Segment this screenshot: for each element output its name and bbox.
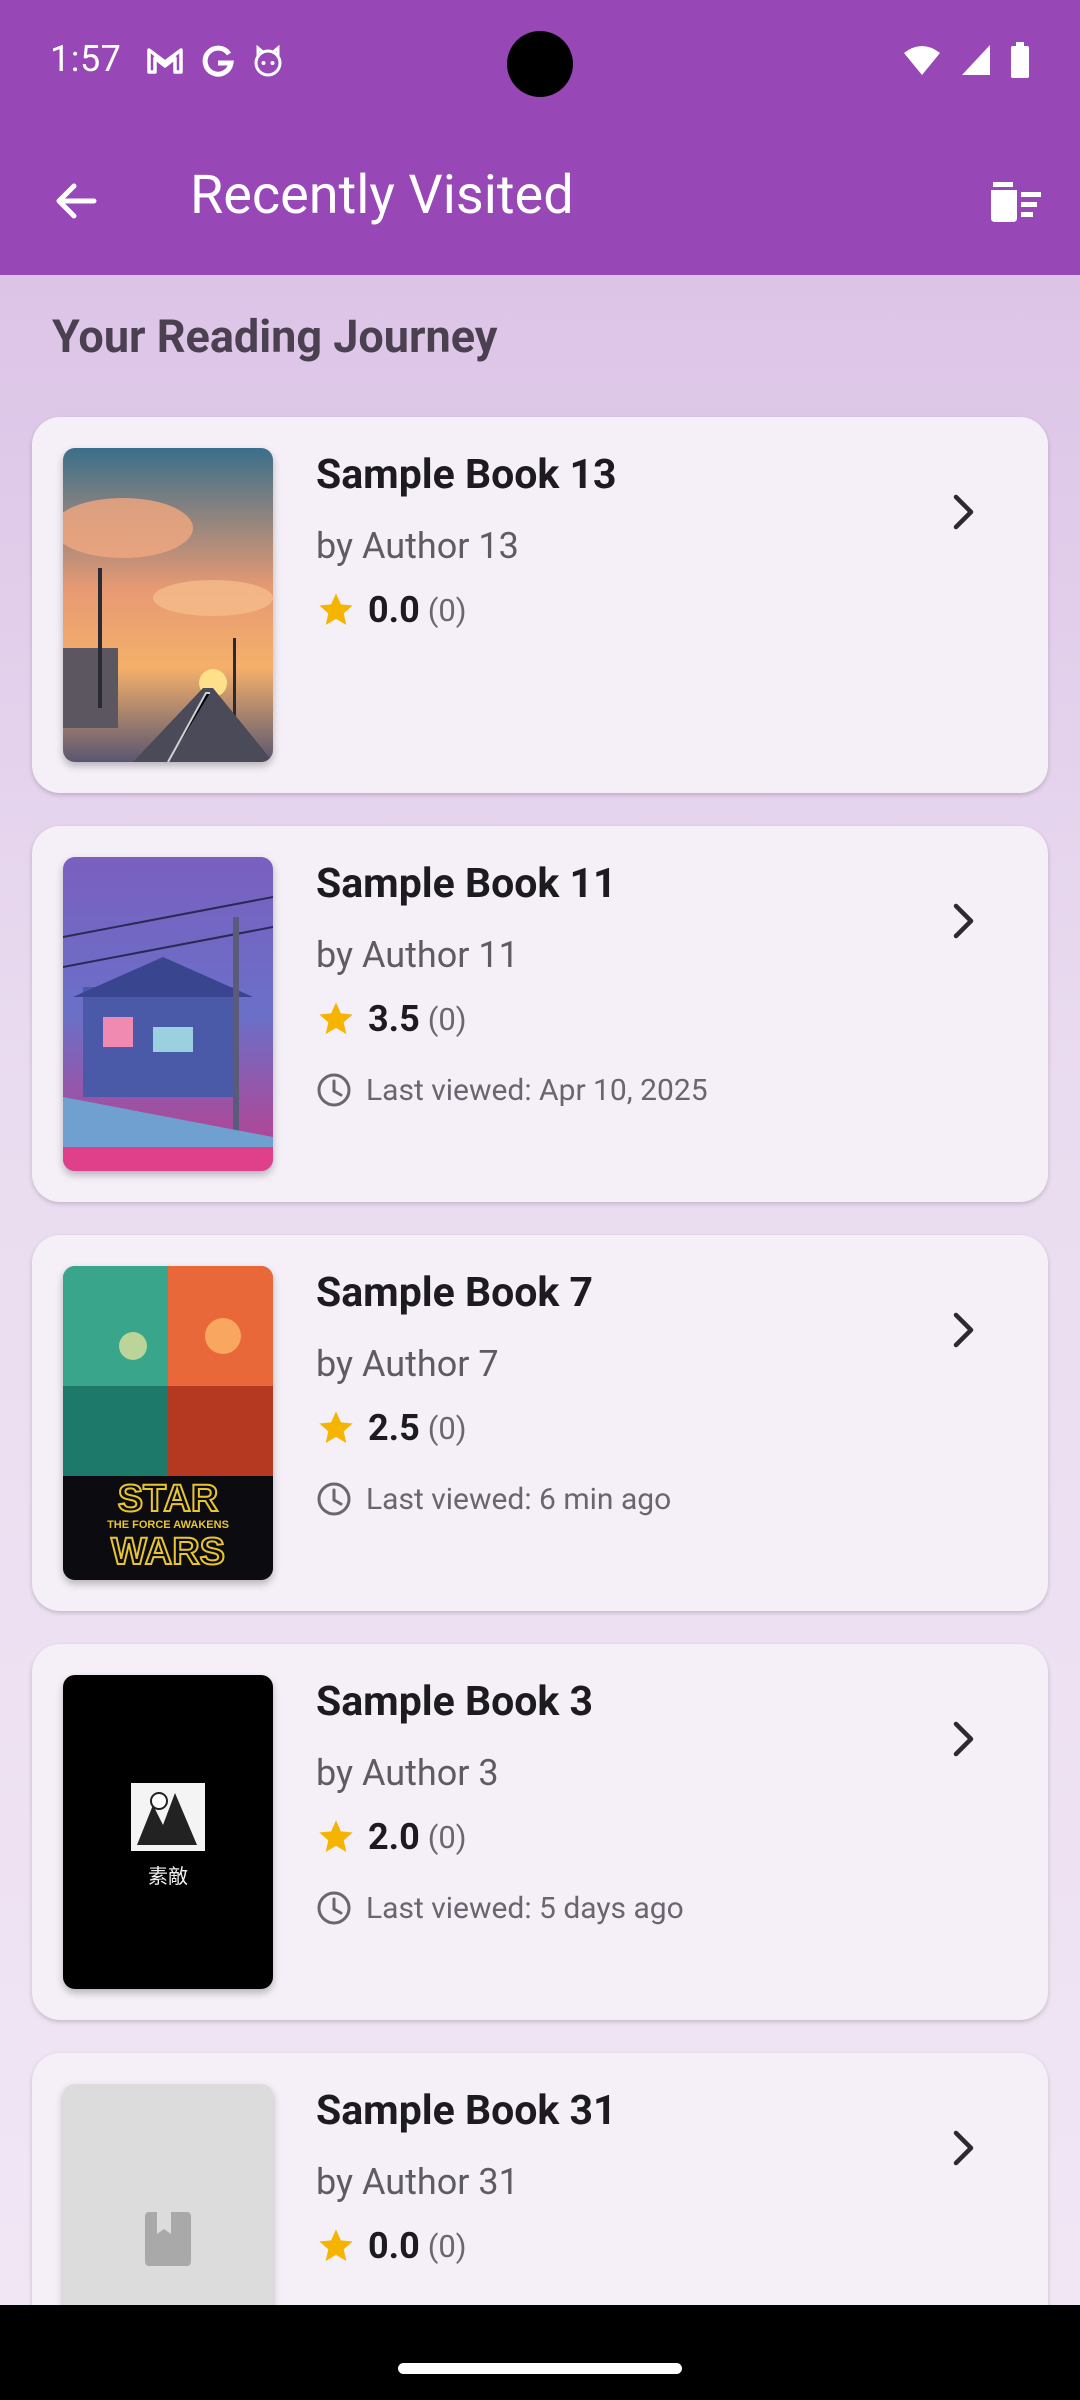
last-viewed-row: Last viewed: 5 days ago [316, 1890, 684, 1926]
rating-count: (0) [427, 1000, 467, 1038]
status-bar: 1:57 [0, 0, 1080, 128]
book-author: by Author 7 [316, 1343, 499, 1385]
last-viewed-row: Last viewed: Apr 10, 2025 [316, 1072, 708, 1108]
clock-icon [317, 1891, 351, 1925]
cover-text-wars: WARS [111, 1531, 225, 1573]
content-area: Your Reading Journey Sample Book 13 by A… [0, 275, 1080, 2305]
rating-value: 2.5 [368, 1407, 420, 1449]
book-card[interactable]: Sample Book 13 by Author 13 0.0 (0) [32, 417, 1048, 793]
book-author: by Author 11 [316, 934, 519, 976]
last-viewed-text: Last viewed: 6 min ago [366, 1481, 672, 1517]
cover-text-subtitle: THE FORCE AWAKENS [107, 1519, 229, 1531]
section-title: Your Reading Journey [52, 310, 498, 363]
star-icon [319, 1411, 353, 1443]
rating-value: 0.0 [368, 2225, 420, 2267]
chevron-right-icon[interactable] [938, 487, 988, 537]
book-title: Sample Book 31 [316, 2087, 617, 2135]
app-bar: Recently Visited [0, 128, 1080, 275]
notification-icons [145, 44, 285, 78]
camera-cutout [507, 31, 573, 97]
book-card[interactable]: 素敵 Sample Book 3 by Author 3 2.0 (0) Las… [32, 1644, 1048, 2020]
book-cover [63, 448, 273, 762]
rating-count: (0) [427, 2227, 467, 2265]
book-author: by Author 31 [316, 2161, 519, 2203]
back-button[interactable] [40, 166, 110, 236]
rating-row: 2.5 (0) [316, 1407, 467, 1449]
star-icon [319, 1002, 353, 1034]
google-icon [202, 45, 234, 77]
page-title: Recently Visited [190, 164, 574, 227]
book-author: by Author 13 [316, 525, 519, 567]
last-viewed-row: Last viewed: 6 min ago [316, 1481, 671, 1517]
battery-icon [1011, 42, 1029, 78]
delete-sweep-icon [991, 182, 1041, 222]
clock-icon [317, 1073, 351, 1107]
rating-count: (0) [427, 1818, 467, 1856]
book-title: Sample Book 11 [316, 860, 617, 908]
chevron-right-icon[interactable] [938, 1305, 988, 1355]
book-author: by Author 3 [316, 1752, 499, 1794]
gmail-icon [147, 48, 183, 74]
last-viewed-text: Last viewed: Apr 10, 2025 [366, 1072, 708, 1108]
rating-row: 0.0 (0) [316, 2225, 467, 2267]
wifi-icon [904, 46, 940, 75]
chevron-right-icon[interactable] [938, 896, 988, 946]
arrow-back-icon [56, 183, 97, 219]
book-cover: 素敵 [63, 1675, 273, 1989]
last-viewed-text: Last viewed: 5 days ago [366, 1890, 684, 1926]
cover-text-star: STAR [118, 1478, 219, 1520]
rating-value: 2.0 [368, 1816, 420, 1858]
rating-row: 0.0 (0) [316, 589, 467, 631]
clock-icon [317, 1482, 351, 1516]
book-title: Sample Book 7 [316, 1269, 594, 1317]
signal-icon [962, 45, 990, 75]
book-placeholder-icon [145, 2212, 191, 2266]
cover-text-kanji: 素敵 [148, 1864, 188, 1888]
clear-history-button[interactable] [980, 166, 1050, 236]
system-icons [902, 42, 1030, 78]
book-title: Sample Book 3 [316, 1678, 594, 1726]
book-card[interactable]: Sample Book 31 by Author 31 0.0 (0) [32, 2053, 1048, 2305]
home-gesture-handle[interactable] [398, 2363, 682, 2374]
book-cover-placeholder [63, 2084, 273, 2305]
chevron-right-icon[interactable] [938, 1714, 988, 1764]
cat-face-icon [254, 44, 282, 77]
book-cover: STAR THE FORCE AWAKENS WARS [63, 1266, 273, 1580]
star-icon [319, 593, 353, 625]
rating-count: (0) [427, 591, 467, 629]
rating-row: 2.0 (0) [316, 1816, 467, 1858]
rating-row: 3.5 (0) [316, 998, 467, 1040]
chevron-right-icon[interactable] [938, 2123, 988, 2173]
navigation-bar [0, 2305, 1080, 2400]
rating-count: (0) [427, 1409, 467, 1447]
rating-value: 3.5 [368, 998, 420, 1040]
rating-value: 0.0 [368, 589, 420, 631]
book-card[interactable]: STAR THE FORCE AWAKENS WARS Sample Book … [32, 1235, 1048, 1611]
star-icon [319, 2229, 353, 2261]
book-title: Sample Book 13 [316, 451, 617, 499]
status-time: 1:57 [50, 38, 122, 80]
book-card[interactable]: Sample Book 11 by Author 11 3.5 (0) Last… [32, 826, 1048, 1202]
book-cover [63, 857, 273, 1171]
star-icon [319, 1820, 353, 1852]
